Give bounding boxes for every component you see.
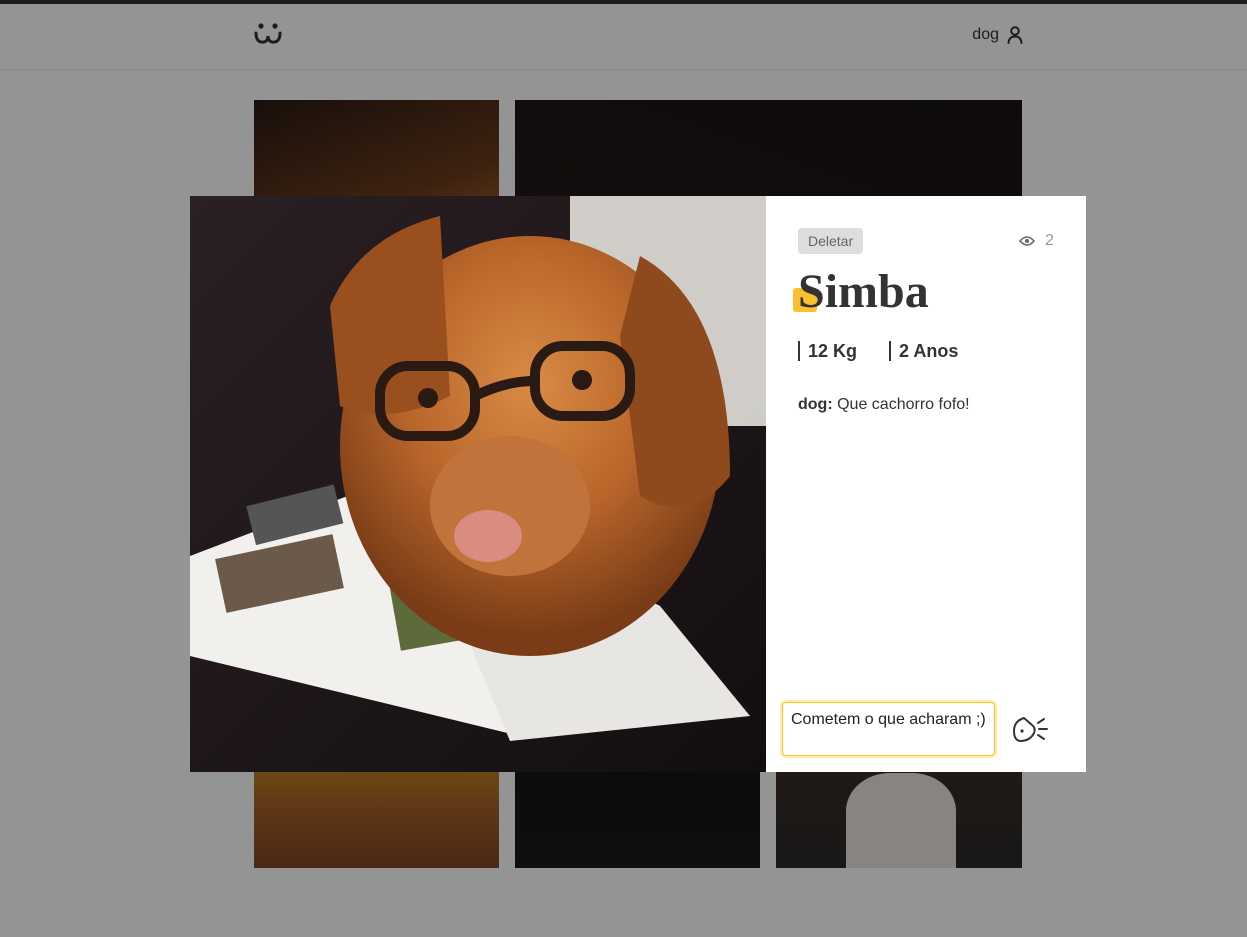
pet-age: 2 Anos bbox=[889, 341, 958, 361]
pet-attributes: 12 Kg 2 Anos bbox=[798, 341, 990, 361]
eye-icon bbox=[1019, 236, 1036, 246]
comment-text: Que cachorro fofo! bbox=[837, 396, 970, 413]
views-count: 2 bbox=[1045, 232, 1054, 249]
comment-textarea[interactable]: Cometem o que acharam ;) bbox=[782, 702, 995, 756]
photo-modal: Deletar 2 Simba 12 Kg 2 Anos dog: Que ca… bbox=[190, 196, 1086, 772]
pet-name-title[interactable]: Simba bbox=[793, 265, 929, 318]
dog-bark-send-icon bbox=[1013, 717, 1048, 742]
views-counter: 2 bbox=[1019, 232, 1054, 250]
comment-author: dog: bbox=[798, 396, 833, 413]
modal-photo bbox=[190, 196, 766, 772]
photo-details: Deletar 2 Simba 12 Kg 2 Anos dog: Que ca… bbox=[766, 196, 1086, 772]
dog-with-glasses-image bbox=[190, 196, 766, 772]
delete-button[interactable]: Deletar bbox=[798, 228, 864, 254]
send-comment-button[interactable] bbox=[1009, 708, 1051, 750]
comment-item: dog: Que cachorro fofo! bbox=[798, 396, 970, 414]
pet-weight: 12 Kg bbox=[798, 341, 857, 361]
comment-form: Cometem o que acharam ;) bbox=[782, 702, 1082, 756]
pet-name-text: Simba bbox=[798, 265, 929, 318]
